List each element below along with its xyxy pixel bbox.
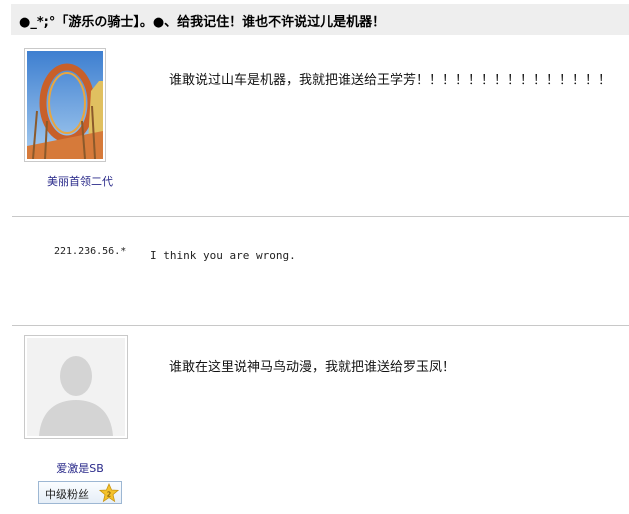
avatar[interactable] [24, 48, 106, 162]
post-content: 谁敢在这里说神马鸟动漫，我就把谁送给罗玉凤！ [169, 360, 456, 375]
default-silhouette-avatar-image [27, 338, 125, 436]
thread-title-bar: ●_*;°「游乐の骑士】。●、给我记住！谁也不许说过儿是机器！ [11, 4, 629, 35]
thread-title: ●_*;°「游乐の骑士】。●、给我记住！谁也不许说过儿是机器！ [19, 15, 386, 30]
avatar[interactable] [24, 335, 128, 439]
post-content: I think you are wrong. [150, 249, 296, 262]
member-level-badge: 中级粉丝 2 [38, 481, 122, 504]
star-icon: 2 [99, 483, 119, 503]
username[interactable]: 美丽首领二代 [34, 173, 126, 189]
roller-coaster-avatar-image [27, 51, 103, 160]
badge-label: 中级粉丝 [45, 488, 89, 501]
badge-level: 2 [107, 491, 111, 499]
post-divider [12, 325, 629, 326]
username[interactable]: 爱激是SB [34, 460, 126, 476]
post-content: 谁敢说过山车是机器，我就把谁送给王学芳！！！！！！！！！！！！！！！ [169, 73, 612, 88]
post-divider [12, 216, 629, 217]
poster-ip: 221.236.56.* [54, 246, 127, 257]
